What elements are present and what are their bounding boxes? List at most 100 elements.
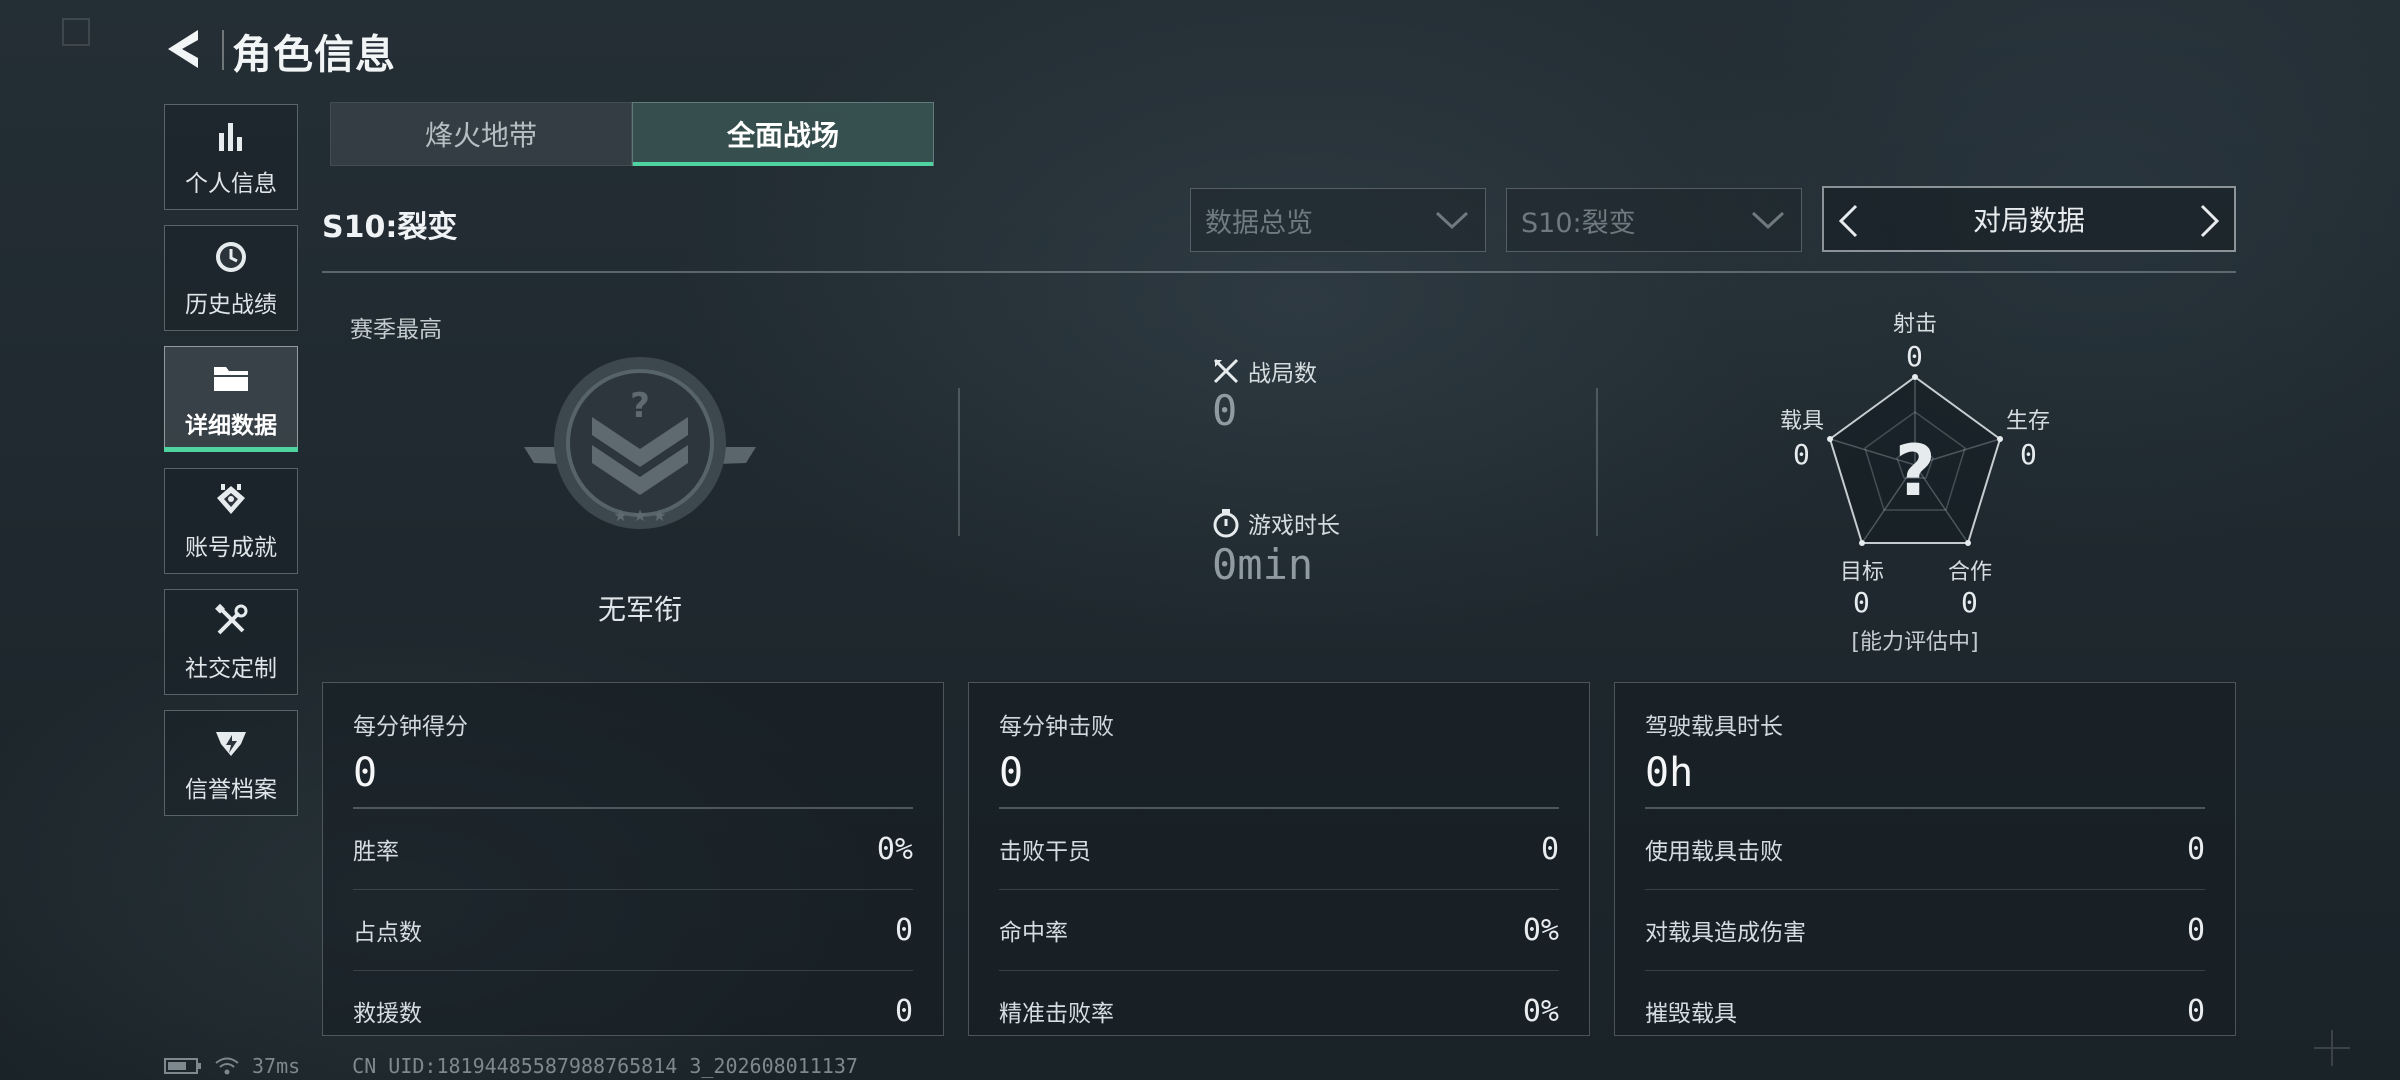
row-label: 救援数 [353,1001,422,1027]
sidebar-item-social-custom[interactable]: 社交定制 [164,589,298,695]
row-label: 精准击败率 [999,1001,1114,1027]
row-value: 0% [1522,912,1559,948]
card-title: 每分钟击败 [999,714,1114,740]
battery-icon [164,1058,201,1074]
row-label: 对载具造成伤害 [1645,920,1806,946]
row-label: 击败干员 [999,839,1091,865]
row-value: 0 [1540,831,1559,867]
back-arrow-icon [168,30,198,68]
sidebar-item-match-history[interactable]: 历史战绩 [164,225,298,331]
stat-card-kills: 每分钟击败 0 击败干员 0 命中率 0% 精准击败率 0% [968,682,1590,1036]
sidebar-item-label: 账号成就 [185,535,277,561]
playtime-label: 游戏时长 [1248,513,1340,539]
row-value: 0% [876,831,913,867]
page-title: 角色信息 [232,32,396,78]
row-value: 0 [894,912,913,948]
radar-target-value: 0 [1853,586,1870,619]
card-title: 每分钟得分 [353,714,468,740]
card-row: 命中率 0% [999,890,1559,971]
radar-shoot-value: 0 [1906,340,1923,373]
crosshair-icon [2314,1030,2350,1066]
tab-blazing-zone[interactable]: 烽火地带 [330,102,632,166]
card-big-value: 0 [353,750,378,796]
chevron-down-icon [1751,211,1785,230]
clock-icon [211,237,251,277]
crossed-swords-icon [1213,358,1239,384]
column-divider [958,388,960,536]
chevron-left-icon[interactable] [1836,204,1860,238]
radar-survive-value: 0 [2020,438,2037,471]
folder-icon [211,358,251,398]
card-big-value: 0h [1645,750,1694,796]
playtime-value: 0min [1212,540,1314,589]
card-row: 胜率 0% [353,809,913,890]
row-value: 0 [894,993,913,1029]
chevron-down-icon [1435,211,1469,230]
sidebar-item-credit-profile[interactable]: 信誉档案 [164,710,298,816]
sidebar-item-label: 详细数据 [185,413,277,439]
radar-vehicle-value: 0 [1793,438,1810,471]
season-title: S10:裂变 [322,210,458,245]
rank-emblem-icon: ? ★ ★ ★ [524,357,756,529]
matches-value: 0 [1212,386,1238,435]
row-label: 命中率 [999,920,1068,946]
card-row: 精准击败率 0% [999,971,1559,1051]
playtime-header: 游戏时长 [1212,506,1340,540]
chevron-right-icon[interactable] [2198,204,2222,238]
row-label: 使用载具击败 [1645,839,1783,865]
sidebar-item-label: 历史战绩 [185,292,277,318]
card-row: 击败干员 0 [999,809,1559,890]
row-label: 摧毁载具 [1645,1001,1737,1027]
svg-text:?: ? [630,386,650,426]
radar-assessment-note: [能力评估中] [1851,630,1979,655]
radar-center-mark: ? [1895,430,1936,512]
stopwatch-icon [1213,509,1239,538]
rank-name: 无军衔 [597,593,682,626]
card-row: 摧毁载具 0 [1645,971,2205,1051]
bar-chart-icon [211,116,251,156]
sidebar-item-achievements[interactable]: 账号成就 [164,468,298,574]
back-button[interactable] [162,24,210,74]
overview-dropdown-value: 数据总览 [1205,207,1313,239]
row-label: 占点数 [353,920,422,946]
card-row: 使用载具击败 0 [1645,809,2205,890]
medal-icon [211,480,251,520]
match-data-selector: 对局数据 [1822,186,2236,252]
card-row: 救援数 0 [353,971,913,1051]
overview-dropdown[interactable]: 数据总览 [1190,188,1486,252]
wifi-icon [215,1057,239,1075]
card-row: 占点数 0 [353,890,913,971]
credit-badge-icon [211,722,251,762]
sidebar-item-label: 信誉档案 [185,777,277,803]
matches-label: 战局数 [1248,361,1317,387]
row-value: 0 [2186,912,2205,948]
radar-coop-label: 合作 [1948,560,1993,585]
match-selector-label: 对局数据 [1972,204,2085,237]
stat-card-score: 每分钟得分 0 胜率 0% 占点数 0 救援数 0 [322,682,944,1036]
row-value: 0% [1522,993,1559,1029]
season-dropdown-value: S10:裂变 [1521,207,1636,239]
sidebar-item-label: 个人信息 [185,171,277,197]
radar-coop-value: 0 [1961,586,1978,619]
svg-text:★ ★ ★: ★ ★ ★ [613,506,666,525]
season-best-label: 赛季最高 [350,317,442,343]
sidebar-item-personal-info[interactable]: 个人信息 [164,104,298,210]
column-divider [1596,388,1598,536]
card-big-value: 0 [999,750,1024,796]
sidebar-item-label: 社交定制 [185,656,277,682]
ping-value: 37ms [252,1054,301,1078]
radar-vehicle-label: 载具 [1780,409,1825,434]
row-label: 胜率 [353,839,399,865]
sidebar-item-detailed-data[interactable]: 详细数据 [164,346,298,452]
row-value: 0 [2186,993,2205,1029]
corner-frame [62,18,90,46]
uid-text: CN UID:18194485587988765814 3_2026080111… [352,1054,858,1078]
row-value: 0 [2186,831,2205,867]
card-row: 对载具造成伤害 0 [1645,890,2205,971]
radar-survive-label: 生存 [2006,409,2051,434]
season-dropdown[interactable]: S10:裂变 [1506,188,1802,252]
tab-full-battlefield[interactable]: 全面战场 [632,102,934,166]
radar-target-label: 目标 [1840,560,1885,585]
radar-shoot-label: 射击 [1893,312,1938,337]
status-footer: 37ms CN UID:18194485587988765814 3_20260… [164,1054,858,1078]
